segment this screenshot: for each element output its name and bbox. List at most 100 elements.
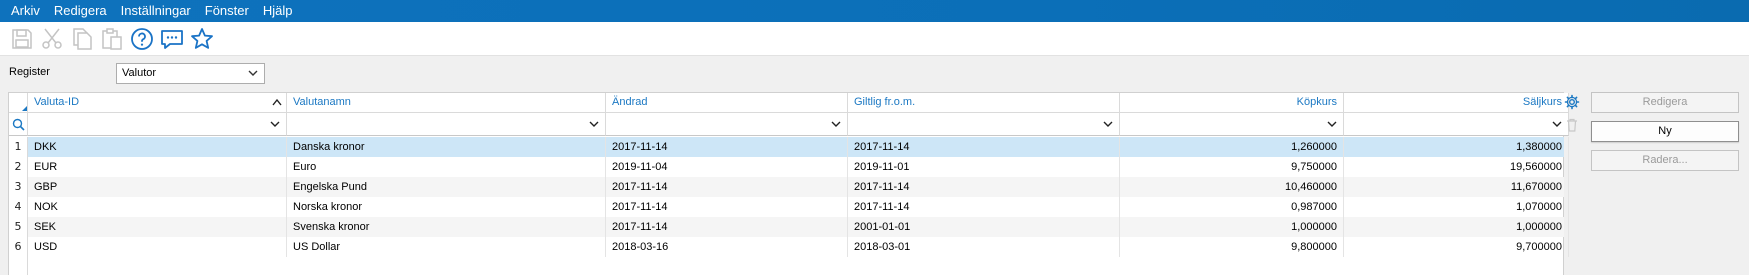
cell-valuta-id: EUR: [28, 157, 287, 177]
cell-saljkurs: 11,670000: [1344, 177, 1569, 197]
menu-arkiv[interactable]: Arkiv: [4, 0, 47, 22]
cell-andrad: 2017-11-14: [606, 197, 848, 217]
cell-andrad: 2018-03-16: [606, 237, 848, 257]
trash-icon[interactable]: [1566, 118, 1578, 132]
cell-saljkurs: 19,560000: [1344, 157, 1569, 177]
filter-valuta-id[interactable]: [28, 113, 287, 136]
chat-icon: [161, 29, 183, 49]
copy-icon: [73, 27, 92, 50]
cell-kopkurs: 9,800000: [1120, 237, 1344, 257]
table-row[interactable]: 5 SEK Svenska kronor 2017-11-14 2001-01-…: [9, 217, 1569, 237]
cell-kopkurs: 10,460000: [1120, 177, 1344, 197]
cell-giltlig: 2001-01-01: [848, 217, 1120, 237]
cell-saljkurs: 9,700000: [1344, 237, 1569, 257]
paste-button[interactable]: [97, 25, 127, 53]
row-number: 3: [9, 177, 28, 197]
new-button[interactable]: Ny: [1591, 121, 1739, 142]
table-row[interactable]: 4 NOK Norska kronor 2017-11-14 2017-11-1…: [9, 197, 1569, 217]
toolbar: [0, 22, 1749, 56]
menu-redigera[interactable]: Redigera: [47, 0, 114, 22]
star-icon: [191, 27, 213, 49]
column-label: Ändrad: [612, 96, 648, 108]
cell-giltlig: 2018-03-01: [848, 237, 1120, 257]
column-header-valutanamn[interactable]: Valutanamn: [287, 93, 606, 113]
filter-giltlig[interactable]: [848, 113, 1120, 136]
help-button[interactable]: [127, 25, 157, 53]
cell-giltlig: 2017-11-14: [848, 177, 1120, 197]
cell-valuta-id: SEK: [28, 217, 287, 237]
cell-kopkurs: 1,000000: [1120, 217, 1344, 237]
favorite-button[interactable]: [187, 25, 217, 53]
table-row[interactable]: 2 EUR Euro 2019-11-04 2019-11-01 9,75000…: [9, 157, 1569, 177]
cell-andrad: 2017-11-14: [606, 137, 848, 157]
save-icon: [12, 28, 32, 49]
cell-giltlig: 2019-11-01: [848, 157, 1120, 177]
cut-icon: [42, 28, 62, 49]
row-number: 1: [9, 137, 28, 157]
row-number: 4: [9, 197, 28, 217]
cell-kopkurs: 1,260000: [1120, 137, 1344, 157]
sort-ascending-icon: [272, 98, 282, 106]
cell-kopkurs: 0,987000: [1120, 197, 1344, 217]
cell-valuta-id: NOK: [28, 197, 287, 217]
column-header-giltlig[interactable]: Giltlig fr.o.m.: [848, 93, 1120, 113]
cell-valuta-id: USD: [28, 237, 287, 257]
delete-button[interactable]: Radera...: [1591, 150, 1739, 171]
cell-valutanamn: Danska kronor: [287, 137, 606, 157]
register-label: Register: [9, 66, 50, 78]
chevron-down-icon: [589, 121, 599, 127]
column-label: Giltlig fr.o.m.: [854, 96, 916, 108]
save-button[interactable]: [7, 25, 37, 53]
cell-kopkurs: 9,750000: [1120, 157, 1344, 177]
column-label: Köpkurs: [1296, 96, 1337, 108]
corner-triangle-icon: [22, 106, 27, 111]
chat-button[interactable]: [157, 25, 187, 53]
filter-kopkurs[interactable]: [1120, 113, 1344, 136]
cell-saljkurs: 1,070000: [1344, 197, 1569, 217]
copy-button[interactable]: [67, 25, 97, 53]
gear-icon[interactable]: [1564, 94, 1580, 110]
cell-valuta-id: GBP: [28, 177, 287, 197]
column-header-saljkurs[interactable]: Säljkurs: [1344, 93, 1569, 113]
cell-andrad: 2017-11-14: [606, 177, 848, 197]
filter-valutanamn[interactable]: [287, 113, 606, 136]
cell-valutanamn: US Dollar: [287, 237, 606, 257]
column-header-kopkurs[interactable]: Köpkurs: [1120, 93, 1344, 113]
table-row[interactable]: 6 USD US Dollar 2018-03-16 2018-03-01 9,…: [9, 237, 1569, 257]
cell-valutanamn: Norska kronor: [287, 197, 606, 217]
chevron-down-icon: [1552, 121, 1562, 127]
chevron-down-icon: [270, 121, 280, 127]
menu-installningar[interactable]: Inställningar: [114, 0, 198, 22]
table-row[interactable]: 3 GBP Engelska Pund 2017-11-14 2017-11-1…: [9, 177, 1569, 197]
help-icon: [131, 27, 153, 50]
cut-button[interactable]: [37, 25, 67, 53]
menu-hjalp[interactable]: Hjälp: [256, 0, 300, 22]
filter-search[interactable]: [9, 113, 28, 136]
chevron-down-icon: [1103, 121, 1113, 127]
cell-valuta-id: DKK: [28, 137, 287, 157]
chevron-down-icon: [248, 70, 258, 76]
column-header-valuta-id[interactable]: Valuta-ID: [28, 93, 287, 113]
cell-valutanamn: Svenska kronor: [287, 217, 606, 237]
filter-andrad[interactable]: [606, 113, 848, 136]
column-label: Säljkurs: [1522, 96, 1562, 108]
row-number-filler: [9, 257, 28, 275]
table-row[interactable]: 1 DKK Danska kronor 2017-11-14 2017-11-1…: [9, 137, 1569, 157]
cell-valutanamn: Engelska Pund: [287, 177, 606, 197]
menu-fonster[interactable]: Fönster: [198, 0, 256, 22]
row-number: 2: [9, 157, 28, 177]
cell-valutanamn: Euro: [287, 157, 606, 177]
menu-bar: Arkiv Redigera Inställningar Fönster Hjä…: [0, 0, 1749, 22]
column-label: Valutanamn: [293, 96, 351, 108]
filter-saljkurs[interactable]: [1344, 113, 1569, 136]
register-row: Register Valutor: [0, 62, 1749, 86]
paste-icon: [102, 27, 122, 50]
chevron-down-icon: [831, 121, 841, 127]
register-dropdown[interactable]: Valutor: [116, 63, 265, 84]
currency-table: Valuta-ID Valutanamn Ändrad Giltlig fr.o…: [8, 92, 1569, 275]
corner-header[interactable]: [9, 93, 28, 113]
cell-giltlig: 2017-11-14: [848, 137, 1120, 157]
edit-button[interactable]: Redigera: [1591, 92, 1739, 113]
column-header-andrad[interactable]: Ändrad: [606, 93, 848, 113]
cell-andrad: 2019-11-04: [606, 157, 848, 177]
